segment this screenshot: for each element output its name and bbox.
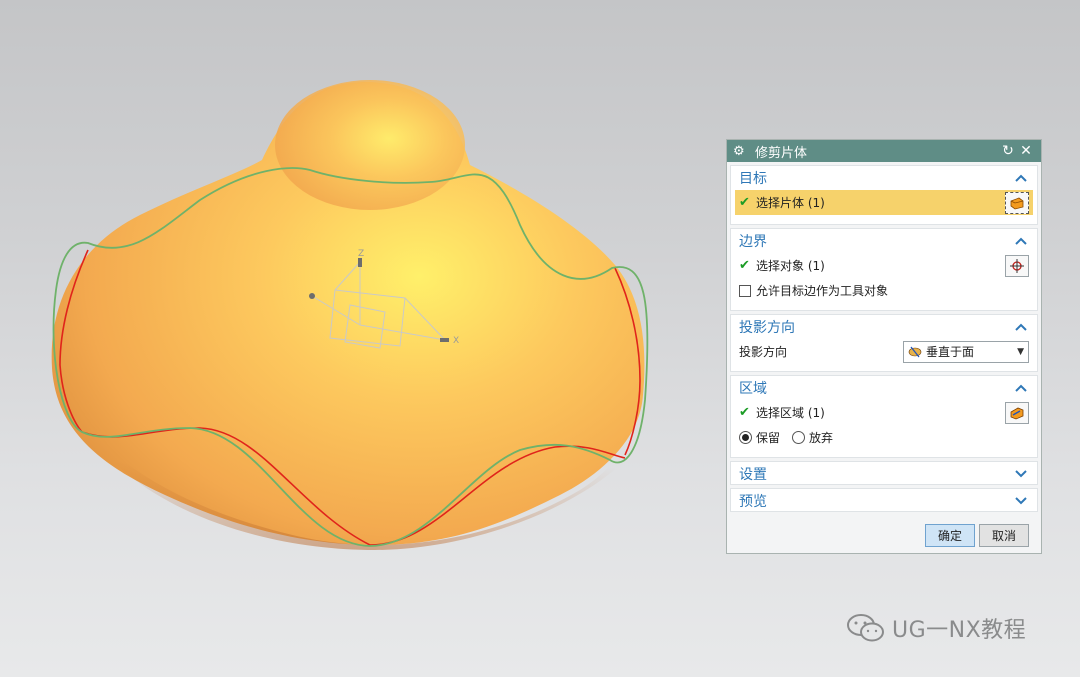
section-preview-header[interactable]: 预览 [731, 489, 1037, 513]
chevron-up-icon[interactable] [1013, 319, 1029, 335]
reset-icon[interactable]: ↻ [999, 143, 1017, 159]
region-icon[interactable] [1005, 401, 1029, 424]
keep-radio[interactable] [739, 431, 752, 444]
dialog-titlebar[interactable]: ⚙ 修剪片体 ↻ ✕ [727, 140, 1041, 162]
chevron-down-icon[interactable] [1013, 493, 1029, 509]
select-sheet-body-label: 选择片体 (1) [756, 196, 825, 210]
x-axis-marker [440, 338, 449, 342]
projection-direction-label: 投影方向 [739, 345, 788, 359]
sheet-body-icon[interactable] [1005, 191, 1029, 214]
check-icon: ✔ [739, 195, 750, 210]
chevron-down-icon[interactable] [1013, 466, 1029, 482]
select-object-row[interactable]: ✔ 选择对象 (1) [731, 253, 1037, 278]
section-projection: 投影方向 投影方向 垂直于面 ▼ [730, 314, 1038, 372]
select-sheet-body-row[interactable]: ✔ 选择片体 (1) [735, 190, 1033, 215]
select-region-label: 选择区域 (1) [756, 406, 825, 420]
check-icon: ✔ [739, 405, 750, 420]
projection-icon [908, 346, 922, 357]
dialog-footer: 确定 取消 [727, 524, 1041, 547]
section-target: 目标 ✔ 选择片体 (1) [730, 165, 1038, 225]
section-projection-header[interactable]: 投影方向 [731, 315, 1037, 339]
section-boundary: 边界 ✔ 选择对象 (1) 允许目标边作为工具对象 [730, 228, 1038, 311]
section-boundary-header[interactable]: 边界 [731, 229, 1037, 253]
trimmed-surface[interactable] [51, 80, 645, 550]
check-icon: ✔ [739, 258, 750, 273]
surface-bump [275, 80, 465, 210]
x-axis-label: X [453, 336, 459, 346]
close-icon[interactable]: ✕ [1017, 143, 1035, 159]
watermark-label: UG一NX教程 [892, 618, 1027, 643]
ok-button[interactable]: 确定 [925, 524, 975, 547]
chevron-down-icon: ▼ [1017, 346, 1024, 357]
section-settings-header[interactable]: 设置 [731, 462, 1037, 486]
select-region-row[interactable]: ✔ 选择区域 (1) [731, 400, 1037, 425]
projection-direction-value: 垂直于面 [926, 345, 975, 359]
watermark: UG一NX教程 [846, 612, 1026, 644]
keep-label[interactable]: 保留 [756, 429, 780, 446]
section-boundary-label: 边界 [739, 234, 767, 250]
section-region: 区域 ✔ 选择区域 (1) 保留 放弃 [730, 375, 1038, 458]
section-region-label: 区域 [739, 381, 767, 397]
section-projection-label: 投影方向 [739, 320, 795, 336]
region-mode-row: 保留 放弃 [731, 425, 1037, 450]
allow-edges-row[interactable]: 允许目标边作为工具对象 [731, 278, 1037, 303]
discard-label[interactable]: 放弃 [809, 429, 833, 446]
crosshair-icon[interactable] [1005, 254, 1029, 277]
projection-direction-select[interactable]: 垂直于面 ▼ [903, 340, 1029, 363]
chevron-up-icon[interactable] [1013, 233, 1029, 249]
section-preview-label: 预览 [739, 494, 767, 510]
discard-radio[interactable] [792, 431, 806, 444]
z-axis-label: Z [358, 249, 364, 259]
gear-icon[interactable]: ⚙ [733, 144, 749, 159]
y-axis-marker [309, 293, 315, 299]
section-target-header[interactable]: 目标 [731, 166, 1037, 190]
z-axis-marker [358, 258, 362, 267]
section-settings-label: 设置 [739, 467, 767, 483]
projection-direction-row: 投影方向 垂直于面 ▼ [731, 339, 1037, 364]
cancel-button[interactable]: 取消 [979, 524, 1029, 547]
chevron-up-icon[interactable] [1013, 380, 1029, 396]
wechat-icon [847, 614, 884, 642]
select-object-label: 选择对象 (1) [756, 259, 825, 273]
section-region-header[interactable]: 区域 [731, 376, 1037, 400]
section-settings[interactable]: 设置 [730, 461, 1038, 485]
dialog-title: 修剪片体 [755, 145, 808, 161]
allow-edges-checkbox[interactable] [739, 284, 751, 297]
section-preview[interactable]: 预览 [730, 488, 1038, 512]
chevron-up-icon[interactable] [1013, 170, 1029, 186]
section-target-label: 目标 [739, 171, 767, 187]
allow-edges-label: 允许目标边作为工具对象 [756, 284, 889, 298]
trim-sheet-dialog: ⚙ 修剪片体 ↻ ✕ 目标 ✔ 选择片体 (1) 边界 ✔ 选择对象 (1) 允… [726, 139, 1042, 554]
